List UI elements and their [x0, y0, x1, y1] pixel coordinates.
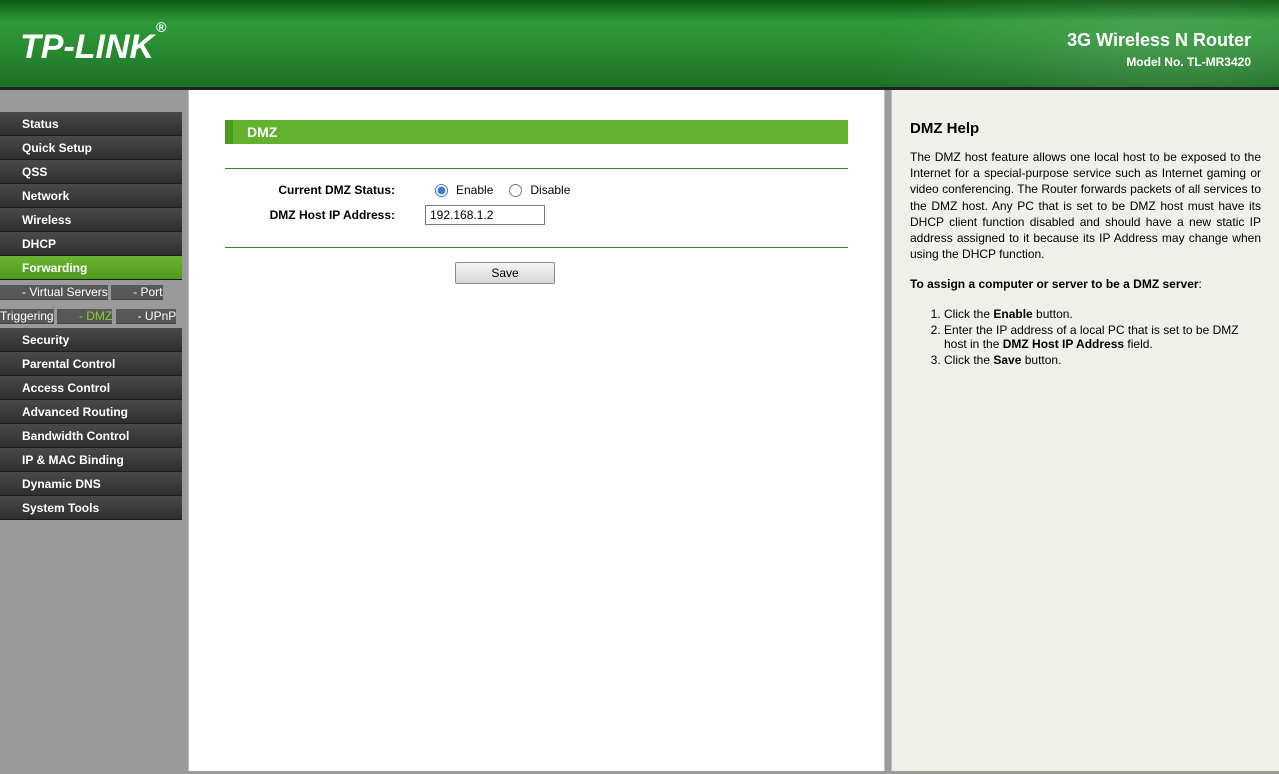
row-ip: DMZ Host IP Address:: [225, 205, 848, 225]
nav-ip-mac-binding[interactable]: IP & MAC Binding: [0, 448, 182, 472]
radio-disable-label: Disable: [530, 183, 570, 197]
divider-top: [225, 168, 848, 169]
nav-forwarding[interactable]: Forwarding: [0, 256, 182, 280]
radio-enable-label: Enable: [456, 183, 493, 197]
nav-dhcp[interactable]: DHCP: [0, 232, 182, 256]
model-number: Model No. TL-MR3420: [1067, 55, 1251, 69]
row-status: Current DMZ Status: Enable Disable: [225, 183, 848, 197]
nav-advanced-routing[interactable]: Advanced Routing: [0, 400, 182, 424]
help-panel: DMZ Help The DMZ host feature allows one…: [891, 90, 1279, 771]
main-panel: DMZ Current DMZ Status: Enable Disable D…: [188, 90, 885, 771]
brand-logo: TP-LINK®: [20, 28, 164, 67]
radio-enable[interactable]: [435, 184, 448, 197]
nav-parental-control[interactable]: Parental Control: [0, 352, 182, 376]
nav-quick-setup[interactable]: Quick Setup: [0, 136, 182, 160]
page-title: DMZ: [225, 120, 848, 144]
sidebar: Status Quick Setup QSS Network Wireless …: [0, 90, 182, 771]
nav-bandwidth-control[interactable]: Bandwidth Control: [0, 424, 182, 448]
header-right: 3G Wireless N Router Model No. TL-MR3420: [1067, 30, 1251, 69]
save-button[interactable]: Save: [455, 262, 555, 284]
nav-access-control[interactable]: Access Control: [0, 376, 182, 400]
divider-bottom: [225, 247, 848, 248]
nav-dmz[interactable]: - DMZ: [57, 309, 112, 324]
help-step-3: Click the Save button.: [944, 353, 1261, 367]
nav-security[interactable]: Security: [0, 328, 182, 352]
help-assign-heading: To assign a computer or server to be a D…: [910, 276, 1261, 292]
nav-status[interactable]: Status: [0, 112, 182, 136]
label-ip: DMZ Host IP Address:: [225, 208, 425, 222]
nav-dynamic-dns[interactable]: Dynamic DNS: [0, 472, 182, 496]
nav-wireless[interactable]: Wireless: [0, 208, 182, 232]
nav-qss[interactable]: QSS: [0, 160, 182, 184]
label-status: Current DMZ Status:: [225, 183, 425, 197]
status-controls: Enable Disable: [425, 183, 570, 197]
help-step-1: Click the Enable button.: [944, 307, 1261, 321]
nav-virtual-servers[interactable]: - Virtual Servers: [0, 285, 108, 300]
help-steps: Click the Enable button. Enter the IP ad…: [944, 307, 1261, 367]
brand-text: TP-LINK: [20, 28, 154, 66]
nav-network[interactable]: Network: [0, 184, 182, 208]
radio-disable[interactable]: [509, 184, 522, 197]
header: TP-LINK® 3G Wireless N Router Model No. …: [0, 0, 1279, 90]
help-step-2: Enter the IP address of a local PC that …: [944, 323, 1261, 351]
help-intro: The DMZ host feature allows one local ho…: [910, 149, 1261, 262]
help-title: DMZ Help: [910, 120, 1261, 137]
product-name: 3G Wireless N Router: [1067, 30, 1251, 51]
nav-system-tools[interactable]: System Tools: [0, 496, 182, 520]
nav-upnp[interactable]: - UPnP: [116, 309, 177, 324]
reg-mark: ®: [156, 19, 166, 35]
dmz-ip-input[interactable]: [425, 205, 545, 225]
